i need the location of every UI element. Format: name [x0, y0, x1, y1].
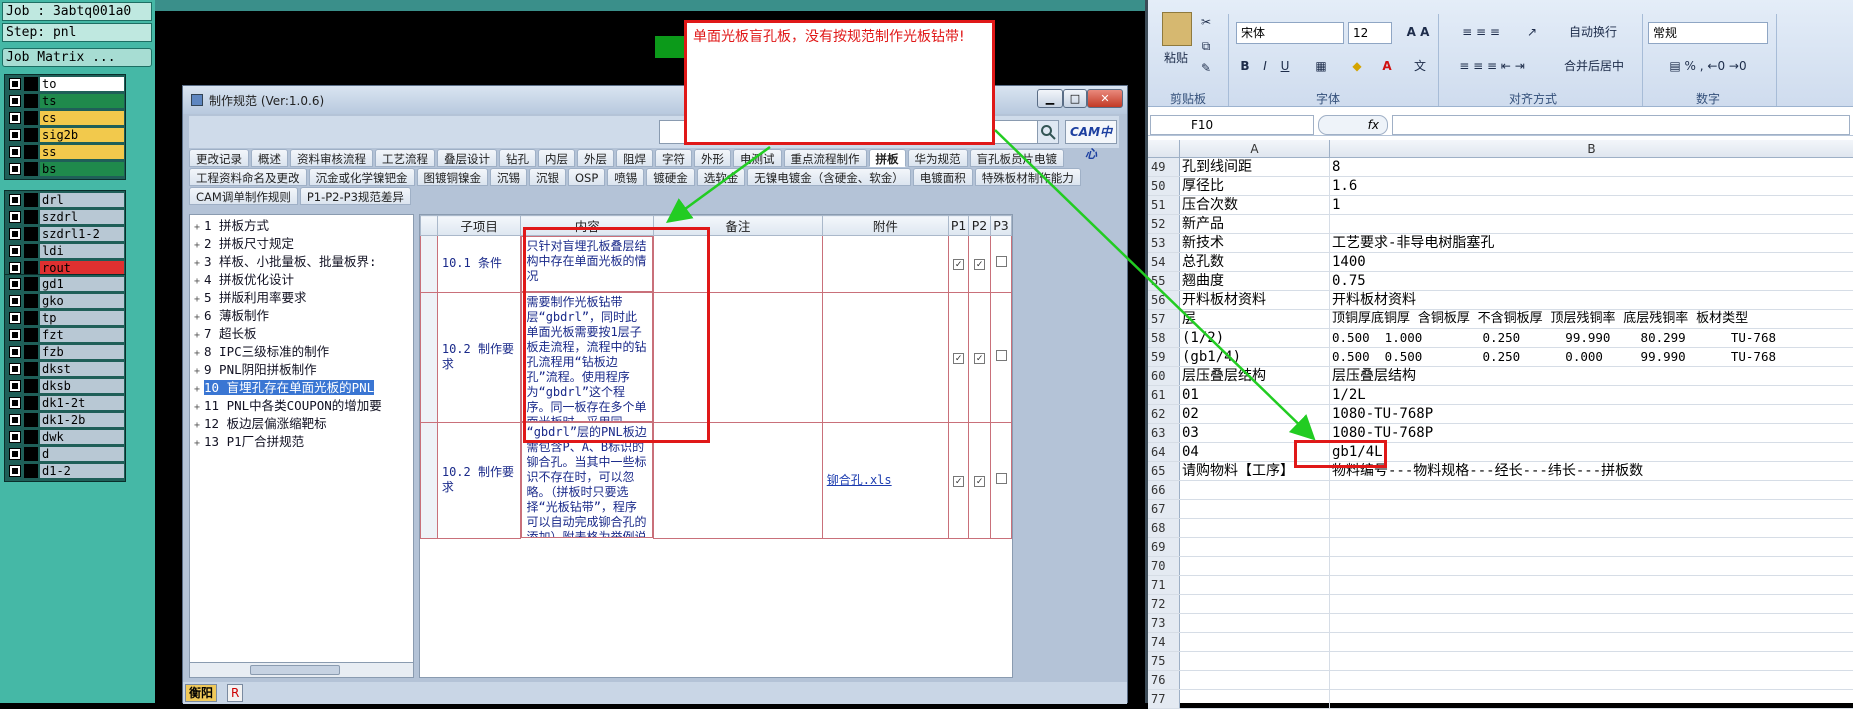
annotation-arrows [665, 129, 1316, 441]
arrow-to-cell [994, 129, 1316, 441]
arrow-to-content [665, 145, 771, 223]
